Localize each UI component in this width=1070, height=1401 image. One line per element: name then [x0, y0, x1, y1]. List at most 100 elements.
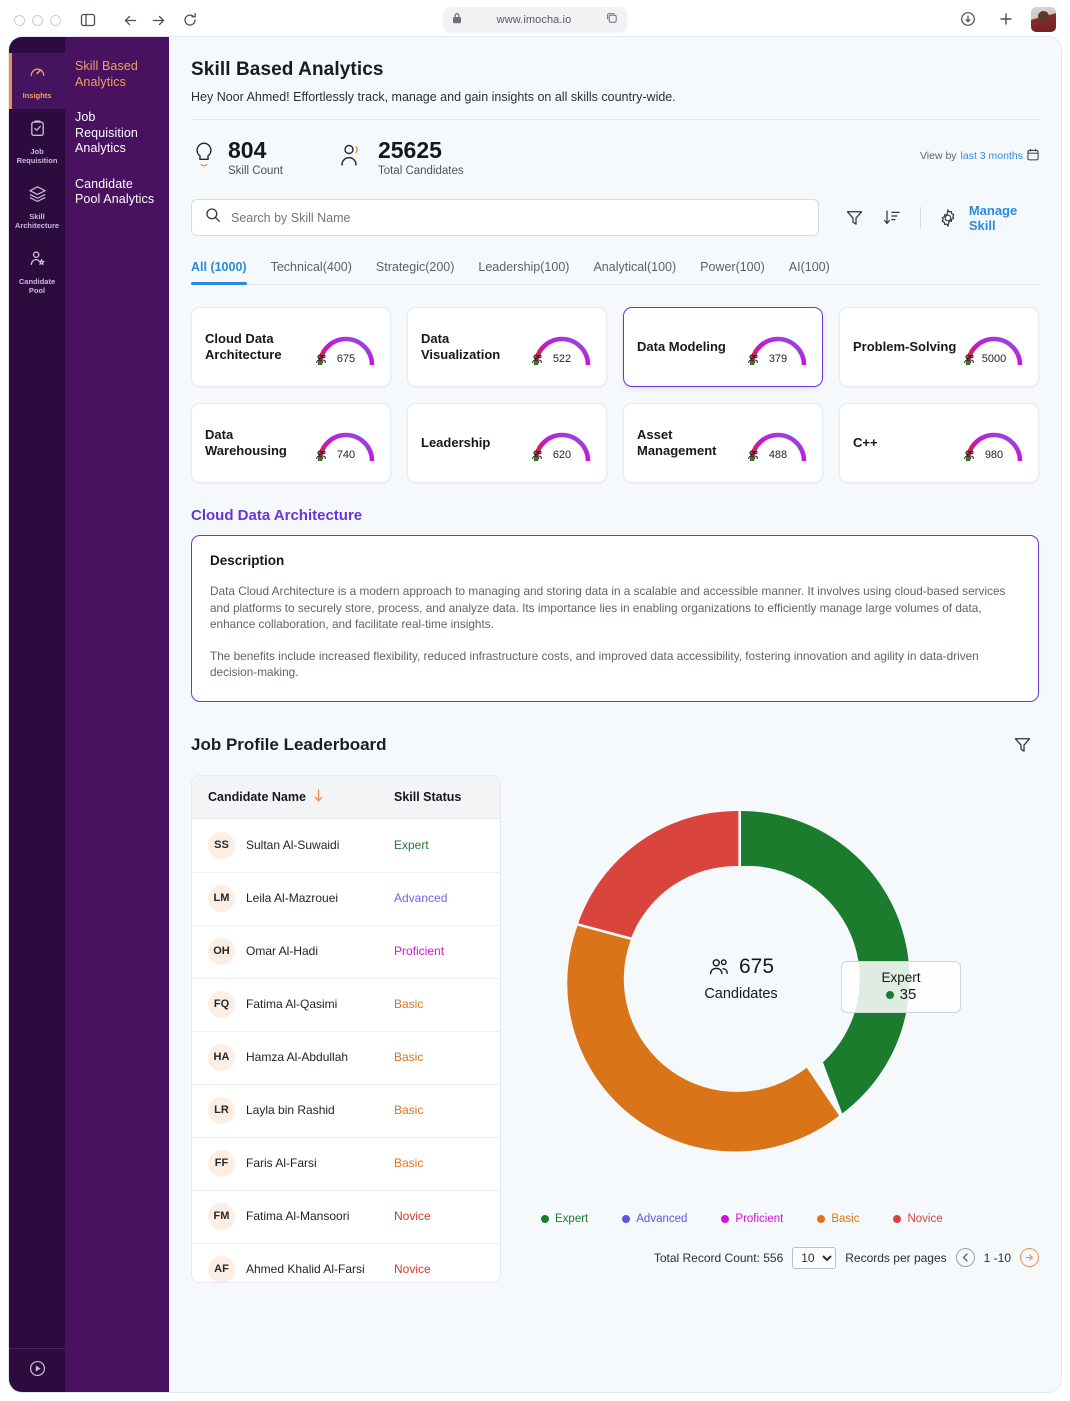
- sidebar-nav-candidate-pool-analytics[interactable]: Candidate Pool Analytics: [75, 177, 159, 208]
- play-circle-icon[interactable]: [9, 1348, 65, 1378]
- window-traffic-lights[interactable]: [14, 15, 61, 26]
- tab-leadership[interactable]: Leadership(100): [478, 260, 569, 284]
- manage-skill-button[interactable]: Manage Skill: [969, 203, 1039, 233]
- view-by-value[interactable]: last 3 months: [961, 150, 1023, 162]
- legend-item-novice[interactable]: Novice: [893, 1213, 942, 1225]
- legend-label: Basic: [831, 1213, 859, 1225]
- skill-card-name: Data Modeling: [637, 339, 726, 355]
- sidebar-toggle-icon[interactable]: [75, 7, 101, 33]
- legend-item-expert[interactable]: Expert: [541, 1213, 588, 1225]
- description-card: Description Data Cloud Architecture is a…: [191, 535, 1039, 702]
- table-header-row: Candidate Name Skill Status: [192, 776, 500, 819]
- skill-card[interactable]: Leadership 620: [407, 403, 607, 483]
- gear-icon[interactable]: [933, 201, 963, 235]
- sidebar-nav-job-requisition-analytics[interactable]: Job Requisition Analytics: [75, 110, 159, 157]
- avatar: LM: [208, 885, 235, 912]
- skill-gauge: 522: [531, 327, 593, 367]
- copy-icon[interactable]: [606, 11, 618, 29]
- leaderboard-body: Candidate Name Skill Status SS Sultan Al…: [191, 775, 1039, 1283]
- prev-page-button[interactable]: [956, 1248, 975, 1267]
- filter-icon[interactable]: [839, 201, 869, 235]
- page-subtitle: Hey Noor Ahmed! Effortlessly track, mana…: [191, 90, 1039, 104]
- status-badge: Proficient: [394, 944, 484, 958]
- skill-gauge: 980: [963, 423, 1025, 463]
- legend-item-basic[interactable]: Basic: [817, 1213, 859, 1225]
- legend-item-advanced[interactable]: Advanced: [622, 1213, 687, 1225]
- description-paragraph-1: Data Cloud Architecture is a modern appr…: [210, 583, 1020, 633]
- next-page-button[interactable]: [1020, 1248, 1039, 1267]
- download-icon[interactable]: [955, 6, 981, 32]
- sidebar-item-candidate-pool[interactable]: Candidate Pool: [9, 239, 65, 304]
- sort-descending-icon[interactable]: [877, 201, 907, 235]
- table-row[interactable]: OH Omar Al-Hadi Proficient: [192, 925, 500, 978]
- skill-card-selected[interactable]: Data Modeling 379: [623, 307, 823, 387]
- view-by-selector[interactable]: View by last 3 months: [920, 148, 1039, 164]
- avatar: FQ: [208, 991, 235, 1018]
- address-bar[interactable]: www.imocha.io: [443, 7, 627, 33]
- skill-card[interactable]: Problem-Solving 5000: [839, 307, 1039, 387]
- table-row[interactable]: HA Hamza Al-Abdullah Basic: [192, 1031, 500, 1084]
- reload-icon[interactable]: [177, 7, 203, 33]
- skill-card[interactable]: Asset Management 488: [623, 403, 823, 483]
- window-close-button[interactable]: [14, 15, 25, 26]
- tab-power[interactable]: Power(100): [700, 260, 765, 284]
- column-header-candidate-name[interactable]: Candidate Name: [208, 788, 394, 806]
- user-avatar[interactable]: [1031, 7, 1056, 32]
- table-row[interactable]: FM Fatima Al-Mansoori Novice: [192, 1190, 500, 1243]
- legend-dot: [721, 1215, 729, 1223]
- tab-ai[interactable]: AI(100): [789, 260, 830, 284]
- page-size-select[interactable]: 102050: [792, 1247, 836, 1269]
- tab-analytical[interactable]: Analytical(100): [593, 260, 676, 284]
- tab-strategic[interactable]: Strategic(200): [376, 260, 455, 284]
- skill-card[interactable]: Cloud Data Architecture 675: [191, 307, 391, 387]
- back-arrow-icon[interactable]: [117, 7, 143, 33]
- stat-value: 804: [228, 138, 283, 163]
- skill-card-name: C++: [853, 435, 878, 451]
- avatar: AF: [208, 1256, 235, 1283]
- candidate-name: Faris Al-Farsi: [246, 1156, 394, 1170]
- chart-legend: Expert Advanced Proficient Basic: [541, 1213, 1041, 1225]
- tooltip-value: 35: [900, 986, 917, 1003]
- category-tabs: All (1000) Technical(400) Strategic(200)…: [191, 260, 1039, 285]
- skill-count: 620: [553, 449, 571, 461]
- sidebar-item-label: Skill Architecture: [11, 212, 63, 230]
- candidate-name: Layla bin Rashid: [246, 1103, 394, 1117]
- calendar-icon[interactable]: [1027, 148, 1039, 164]
- column-header-skill-status[interactable]: Skill Status: [394, 790, 484, 804]
- skill-card-name: Data Visualization: [421, 331, 529, 363]
- table-row[interactable]: FQ Fatima Al-Qasimi Basic: [192, 978, 500, 1031]
- sidebar-nav-skill-based-analytics[interactable]: Skill Based Analytics: [75, 59, 159, 90]
- skill-card-name: Asset Management: [637, 427, 745, 459]
- sidebar-item-label: Insights: [23, 91, 52, 100]
- description-paragraph-2: The benefits include increased flexibili…: [210, 648, 1020, 681]
- table-row[interactable]: LM Leila Al-Mazrouei Advanced: [192, 872, 500, 925]
- skill-gauge-value: 379: [747, 353, 809, 365]
- leaderboard-filter-icon[interactable]: [1005, 728, 1039, 762]
- sidebar-item-skill-architecture[interactable]: Skill Architecture: [9, 174, 65, 239]
- window-minimize-button[interactable]: [32, 15, 43, 26]
- skill-gauge: 379: [747, 327, 809, 367]
- search-input[interactable]: [231, 211, 805, 225]
- stat-label: Total Candidates: [378, 165, 464, 177]
- tab-all[interactable]: All (1000): [191, 260, 247, 284]
- table-row[interactable]: LR Layla bin Rashid Basic: [192, 1084, 500, 1137]
- status-badge: Basic: [394, 1103, 484, 1117]
- table-row[interactable]: AF Ahmed Khalid Al-Farsi Novice: [192, 1243, 500, 1283]
- legend-item-proficient[interactable]: Proficient: [721, 1213, 783, 1225]
- skill-card[interactable]: Data Visualization 522: [407, 307, 607, 387]
- sidebar-item-insights[interactable]: Insights: [9, 53, 65, 109]
- status-badge: Basic: [394, 1156, 484, 1170]
- table-row[interactable]: FF Faris Al-Farsi Basic: [192, 1137, 500, 1190]
- sidebar-item-job-requisition[interactable]: Job Requisition: [9, 109, 65, 174]
- window-maximize-button[interactable]: [50, 15, 61, 26]
- forward-arrow-icon[interactable]: [145, 7, 171, 33]
- skill-card[interactable]: Data Warehousing 740: [191, 403, 391, 483]
- candidate-name: Fatima Al-Mansoori: [246, 1209, 394, 1223]
- plus-icon[interactable]: [993, 6, 1019, 32]
- sort-arrow-down-icon[interactable]: [312, 788, 325, 806]
- table-row[interactable]: SS Sultan Al-Suwaidi Expert: [192, 819, 500, 872]
- skill-card[interactable]: C++ 980: [839, 403, 1039, 483]
- search-box[interactable]: [191, 199, 819, 236]
- tab-technical[interactable]: Technical(400): [271, 260, 352, 284]
- skill-card-name: Cloud Data Architecture: [205, 331, 313, 363]
